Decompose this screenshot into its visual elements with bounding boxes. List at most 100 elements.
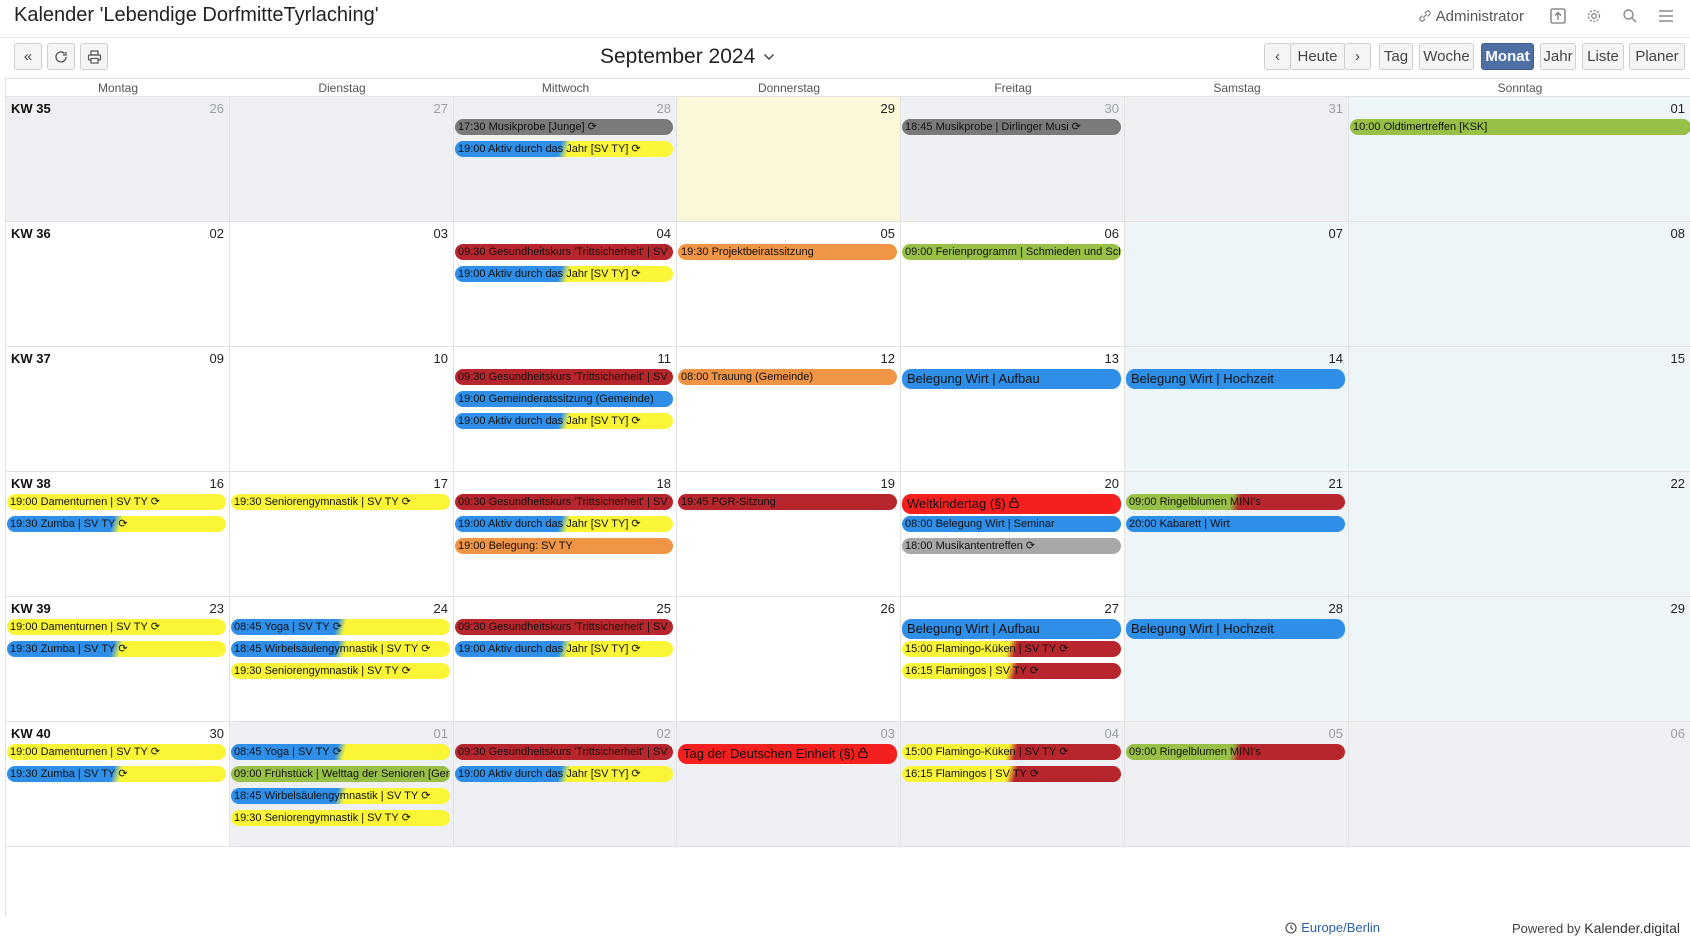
- calendar-event[interactable]: 19:00 Gemeinderatssitzung (Gemeinde): [455, 391, 673, 407]
- view-tag-button[interactable]: Tag: [1379, 43, 1413, 70]
- calendar-event[interactable]: 19:00 Aktiv durch das Jahr [SV TY] ⟳: [455, 141, 673, 157]
- day-cell[interactable]: 02 KW 36: [6, 222, 230, 347]
- day-cell[interactable]: 08: [1349, 222, 1690, 347]
- calendar-event[interactable]: 18:00 Musikantentreffen ⟳: [902, 538, 1121, 554]
- day-number[interactable]: 29: [1671, 601, 1685, 616]
- day-number[interactable]: 15: [1671, 351, 1685, 366]
- calendar-event[interactable]: 08:00 Trauung (Gemeinde): [678, 369, 897, 385]
- view-jahr-button[interactable]: Jahr: [1540, 43, 1576, 70]
- calendar-event[interactable]: 09:30 Gesundheitskurs 'Trittsicherheit' …: [455, 744, 673, 760]
- day-number[interactable]: 18: [657, 476, 671, 491]
- week-number[interactable]: KW 35: [11, 101, 51, 116]
- day-number[interactable]: 02: [210, 226, 224, 241]
- calendar-event[interactable]: 09:30 Gesundheitskurs 'Trittsicherheit' …: [455, 619, 673, 635]
- day-number[interactable]: 28: [1329, 601, 1343, 616]
- day-cell[interactable]: 07: [1125, 222, 1349, 347]
- calendar-event[interactable]: 19:00 Aktiv durch das Jahr [SV TY] ⟳: [455, 766, 673, 782]
- day-cell[interactable]: 14 Belegung Wirt | Hochzeit: [1125, 347, 1349, 472]
- day-number[interactable]: 02: [657, 726, 671, 741]
- view-monat-button[interactable]: Monat: [1481, 43, 1534, 70]
- search-icon[interactable]: [1616, 4, 1644, 28]
- view-woche-button[interactable]: Woche: [1419, 43, 1474, 70]
- day-cell[interactable]: 28 17:30 Musikprobe [Junge] ⟳ 19:00 Aktiv d…: [454, 97, 677, 222]
- week-number[interactable]: KW 36: [11, 226, 51, 241]
- day-number[interactable]: 06: [1105, 226, 1119, 241]
- month-selector[interactable]: September 2024: [600, 45, 775, 69]
- day-number[interactable]: 14: [1329, 351, 1343, 366]
- calendar-event[interactable]: 10:00 Oldtimertreffen [KSK]: [1350, 119, 1690, 135]
- view-liste-button[interactable]: Liste: [1582, 43, 1624, 70]
- day-number[interactable]: 10: [434, 351, 448, 366]
- day-cell[interactable]: 05 09:00 Ringelblumen MINI's: [1125, 722, 1349, 847]
- day-cell[interactable]: 29: [1349, 597, 1690, 722]
- day-number[interactable]: 09: [210, 351, 224, 366]
- calendar-event[interactable]: Tag der Deutschen Einheit (§): [678, 744, 897, 764]
- day-cell[interactable]: 25 09:30 Gesundheitskurs 'Trittsicherheit…: [454, 597, 677, 722]
- day-cell[interactable]: 29: [677, 97, 901, 222]
- calendar-event[interactable]: 19:00 Damenturnen | SV TY ⟳: [7, 494, 226, 510]
- calendar-event[interactable]: 19:30 Seniorengymnastik | SV TY ⟳: [231, 663, 450, 679]
- day-cell[interactable]: 20 Weltkindertag (§) 08:00 Belegung Wirt |…: [901, 472, 1125, 597]
- calendar-event[interactable]: 08:45 Yoga | SV TY ⟳: [231, 619, 450, 635]
- day-cell[interactable]: 18 09:30 Gesundheitskurs 'Trittsicherheit…: [454, 472, 677, 597]
- refresh-button[interactable]: [47, 43, 75, 70]
- day-cell[interactable]: 19 19:45 PGR-Sitzung: [677, 472, 901, 597]
- menu-icon[interactable]: [1652, 4, 1680, 28]
- day-cell[interactable]: 27 Belegung Wirt | Aufbau 15:00 Flamingo-K…: [901, 597, 1125, 722]
- day-cell[interactable]: 11 09:30 Gesundheitskurs 'Trittsicherheit…: [454, 347, 677, 472]
- export-icon[interactable]: [1544, 4, 1572, 28]
- calendar-event[interactable]: Weltkindertag (§): [902, 494, 1121, 514]
- calendar-event[interactable]: 09:00 Ringelblumen MINI's: [1126, 744, 1345, 760]
- day-cell[interactable]: 24 08:45 Yoga | SV TY ⟳ 18:45 Wirbelsäuleng…: [230, 597, 454, 722]
- day-cell[interactable]: 09 KW 37: [6, 347, 230, 472]
- day-number[interactable]: 26: [210, 101, 224, 116]
- day-cell[interactable]: 05 19:30 Projektbeiratssitzung: [677, 222, 901, 347]
- day-number[interactable]: 07: [1329, 226, 1343, 241]
- calendar-event[interactable]: 09:00 Frühstück | Welttag der Senioren […: [231, 766, 450, 782]
- day-cell[interactable]: 30 18:45 Musikprobe | Dirlinger Musi ⟳: [901, 97, 1125, 222]
- week-number[interactable]: KW 40: [11, 726, 51, 741]
- day-cell[interactable]: 15: [1349, 347, 1690, 472]
- calendar-event[interactable]: 19:00 Damenturnen | SV TY ⟳: [7, 744, 226, 760]
- day-cell[interactable]: 10: [230, 347, 454, 472]
- calendar-event[interactable]: 19:30 Zumba | SV TY ⟳: [7, 766, 226, 782]
- day-number[interactable]: 26: [881, 601, 895, 616]
- calendar-event[interactable]: 08:45 Yoga | SV TY ⟳: [231, 744, 450, 760]
- day-number[interactable]: 12: [881, 351, 895, 366]
- calendar-event[interactable]: 19:45 PGR-Sitzung: [678, 494, 897, 510]
- day-cell[interactable]: 01 08:45 Yoga | SV TY ⟳ 09:00 Frühstück | W…: [230, 722, 454, 847]
- calendar-event[interactable]: 18:45 Wirbelsäulengymnastik | SV TY ⟳: [231, 788, 450, 804]
- calendar-event[interactable]: 09:30 Gesundheitskurs 'Trittsicherheit' …: [455, 244, 673, 260]
- day-number[interactable]: 13: [1105, 351, 1119, 366]
- day-cell[interactable]: 21 09:00 Ringelblumen MINI's 20:00 Kabaret…: [1125, 472, 1349, 597]
- day-number[interactable]: 04: [657, 226, 671, 241]
- day-number[interactable]: 25: [657, 601, 671, 616]
- day-cell[interactable]: 12 08:00 Trauung (Gemeinde): [677, 347, 901, 472]
- today-button[interactable]: Heute: [1290, 43, 1345, 70]
- calendar-event[interactable]: 19:00 Damenturnen | SV TY ⟳: [7, 619, 226, 635]
- calendar-event[interactable]: 19:30 Seniorengymnastik | SV TY ⟳: [231, 494, 450, 510]
- timezone-link[interactable]: Europe/Berlin: [1285, 920, 1380, 935]
- day-cell[interactable]: 26: [677, 597, 901, 722]
- day-cell[interactable]: 04 15:00 Flamingo-Küken | SV TY ⟳ 16:15 Fla…: [901, 722, 1125, 847]
- day-cell[interactable]: 26 KW 35: [6, 97, 230, 222]
- day-cell[interactable]: 31: [1125, 97, 1349, 222]
- print-button[interactable]: [80, 43, 108, 70]
- calendar-event[interactable]: 19:00 Belegung: SV TY: [455, 538, 673, 554]
- prev-button[interactable]: ‹: [1264, 43, 1291, 70]
- week-number[interactable]: KW 38: [11, 476, 51, 491]
- day-number[interactable]: 19: [881, 476, 895, 491]
- calendar-event[interactable]: 09:00 Ringelblumen MINI's: [1126, 494, 1345, 510]
- day-number[interactable]: 05: [1329, 726, 1343, 741]
- day-cell[interactable]: 02 09:30 Gesundheitskurs 'Trittsicherheit…: [454, 722, 677, 847]
- day-cell[interactable]: 04 09:30 Gesundheitskurs 'Trittsicherheit…: [454, 222, 677, 347]
- calendar-event[interactable]: 19:00 Aktiv durch das Jahr [SV TY] ⟳: [455, 641, 673, 657]
- calendar-event[interactable]: 09:30 Gesundheitskurs 'Trittsicherheit' …: [455, 369, 673, 385]
- collapse-button[interactable]: «: [14, 43, 42, 70]
- day-cell[interactable]: 03: [230, 222, 454, 347]
- day-number[interactable]: 22: [1671, 476, 1685, 491]
- day-number[interactable]: 30: [210, 726, 224, 741]
- day-number[interactable]: 28: [657, 101, 671, 116]
- calendar-event[interactable]: Belegung Wirt | Aufbau: [902, 369, 1121, 389]
- day-cell[interactable]: 06: [1349, 722, 1690, 847]
